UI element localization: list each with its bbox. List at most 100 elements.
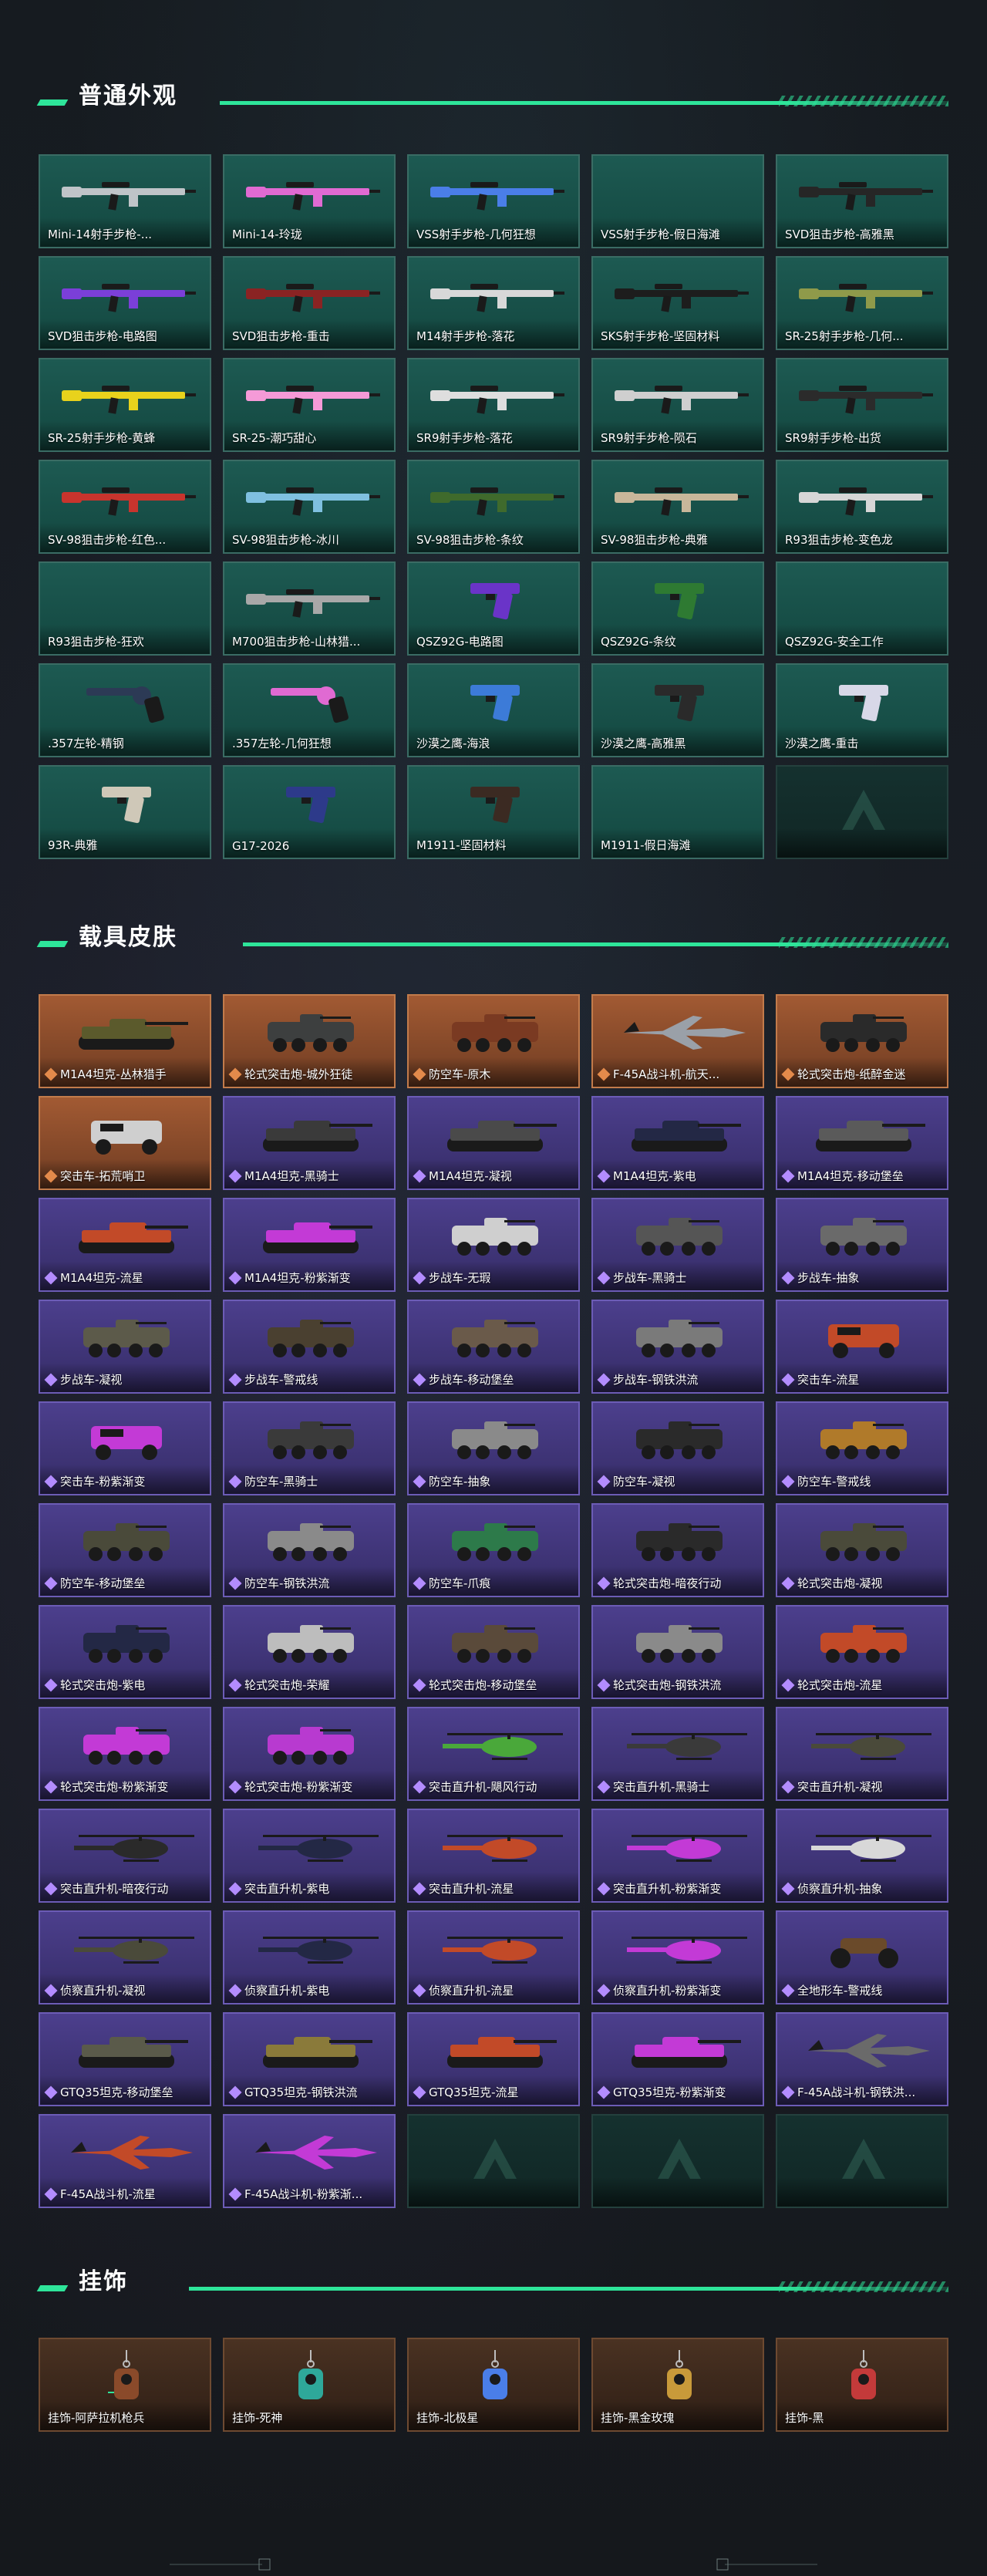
- item-card[interactable]: 步战车-移动堡垒: [407, 1300, 580, 1394]
- item-card[interactable]: 防空车-移动堡垒: [39, 1503, 211, 1597]
- item-card[interactable]: Mini-14射手步枪-...: [39, 154, 211, 248]
- item-card[interactable]: 轮式突击炮-纸醉金迷: [776, 994, 948, 1088]
- item-label: .357左轮-精钢: [48, 737, 124, 750]
- item-card[interactable]: 防空车-爪痕: [407, 1503, 580, 1597]
- item-card[interactable]: 沙漠之鹰-重击: [776, 663, 948, 757]
- item-card[interactable]: 防空车-抽象: [407, 1401, 580, 1495]
- item-card[interactable]: R93狙击步枪-狂欢: [39, 561, 211, 656]
- item-label: 步战车-黑骑士: [613, 1271, 687, 1285]
- item-card[interactable]: SV-98狙击步枪-红色...: [39, 460, 211, 554]
- item-card[interactable]: 突击直升机-流星: [407, 1809, 580, 1903]
- item-card[interactable]: 轮式突击炮-紫电: [39, 1605, 211, 1699]
- item-card[interactable]: M1911-假日海滩: [591, 765, 764, 859]
- item-card[interactable]: 侦察直升机-粉紫渐变: [591, 1910, 764, 2004]
- item-card[interactable]: SR9射手步枪-落花: [407, 358, 580, 452]
- item-card[interactable]: 轮式突击炮-移动堡垒: [407, 1605, 580, 1699]
- item-card[interactable]: M700狙击步枪-山林猎...: [223, 561, 396, 656]
- item-card[interactable]: 轮式突击炮-粉紫渐变: [223, 1707, 396, 1801]
- item-card[interactable]: M1A4坦克-黑骑士: [223, 1096, 396, 1190]
- item-card[interactable]: Mini-14-玲珑: [223, 154, 396, 248]
- item-card[interactable]: SR-25射手步枪-黄蜂: [39, 358, 211, 452]
- item-card[interactable]: F-45A战斗机-流星: [39, 2114, 211, 2208]
- item-card[interactable]: SV-98狙击步枪-条纹: [407, 460, 580, 554]
- item-card[interactable]: F-45A战斗机-钢铁洪...: [776, 2012, 948, 2106]
- item-card[interactable]: SR9射手步枪-出货: [776, 358, 948, 452]
- item-card[interactable]: 侦察直升机-抽象: [776, 1809, 948, 1903]
- item-label: 轮式突击炮-纸醉金迷: [797, 1067, 906, 1081]
- header-divider: [220, 96, 948, 106]
- item-card[interactable]: QSZ92G-电路图: [407, 561, 580, 656]
- item-card[interactable]: SVD狙击步枪-重击: [223, 256, 396, 350]
- item-card[interactable]: 防空车-钢铁洪流: [223, 1503, 396, 1597]
- item-card[interactable]: 轮式突击炮-粉紫渐变: [39, 1707, 211, 1801]
- item-card[interactable]: VSS射手步枪-几何狂想: [407, 154, 580, 248]
- item-card[interactable]: SR-25射手步枪-几何...: [776, 256, 948, 350]
- item-card[interactable]: 突击直升机-黑骑士: [591, 1707, 764, 1801]
- item-card[interactable]: SVD狙击步枪-高雅黑: [776, 154, 948, 248]
- item-card[interactable]: M1A4坦克-流星: [39, 1198, 211, 1292]
- header-accent-bar: [36, 941, 69, 947]
- item-card[interactable]: 93R-典雅: [39, 765, 211, 859]
- item-card[interactable]: M1A4坦克-紫电: [591, 1096, 764, 1190]
- item-card[interactable]: M1911-坚固材料: [407, 765, 580, 859]
- item-card[interactable]: 突击直升机-凝视: [776, 1707, 948, 1801]
- item-card[interactable]: G17-2026: [223, 765, 396, 859]
- item-thumbnail: [820, 1014, 907, 1052]
- item-card[interactable]: M1A4坦克-移动堡垒: [776, 1096, 948, 1190]
- item-card[interactable]: SR9射手步枪-陨石: [591, 358, 764, 452]
- item-card[interactable]: GTQ35坦克-粉紫渐变: [591, 2012, 764, 2106]
- item-card[interactable]: F-45A战斗机-航天...: [591, 994, 764, 1088]
- item-card[interactable]: 防空车-原木: [407, 994, 580, 1088]
- item-card[interactable]: 轮式突击炮-钢铁洪流: [591, 1605, 764, 1699]
- item-card[interactable]: 轮式突击炮-流星: [776, 1605, 948, 1699]
- item-card[interactable]: M1A4坦克-凝视: [407, 1096, 580, 1190]
- item-card[interactable]: QSZ92G-条纹: [591, 561, 764, 656]
- item-card[interactable]: F-45A战斗机-粉紫渐...: [223, 2114, 396, 2208]
- item-card[interactable]: 步战车-抽象: [776, 1198, 948, 1292]
- item-card[interactable]: 侦察直升机-紫电: [223, 1910, 396, 2004]
- rarity-diamond-icon: [413, 1882, 426, 1896]
- item-card[interactable]: 突击车-流星: [776, 1300, 948, 1394]
- item-card[interactable]: SKS射手步枪-坚固材料: [591, 256, 764, 350]
- item-card[interactable]: 步战车-凝视: [39, 1300, 211, 1394]
- item-card[interactable]: M1A4坦克-丛林猎手: [39, 994, 211, 1088]
- item-card[interactable]: 沙漠之鹰-海浪: [407, 663, 580, 757]
- item-card[interactable]: 沙漠之鹰-高雅黑: [591, 663, 764, 757]
- item-card[interactable]: 防空车-警戒线: [776, 1401, 948, 1495]
- item-card[interactable]: 突击直升机-粉紫渐变: [591, 1809, 764, 1903]
- item-card[interactable]: 突击直升机-暗夜行动: [39, 1809, 211, 1903]
- item-card[interactable]: 轮式突击炮-荣耀: [223, 1605, 396, 1699]
- item-card[interactable]: M14射手步枪-落花: [407, 256, 580, 350]
- item-card[interactable]: 侦察直升机-凝视: [39, 1910, 211, 2004]
- item-card[interactable]: VSS射手步枪-假日海滩: [591, 154, 764, 248]
- item-card[interactable]: 步战车-警戒线: [223, 1300, 396, 1394]
- item-card[interactable]: 突击车-粉紫渐变: [39, 1401, 211, 1495]
- item-card[interactable]: GTQ35坦克-移动堡垒: [39, 2012, 211, 2106]
- item-card[interactable]: 全地形车-警戒线: [776, 1910, 948, 2004]
- item-card[interactable]: 轮式突击炮-城外狂徒: [223, 994, 396, 1088]
- item-card[interactable]: 防空车-凝视: [591, 1401, 764, 1495]
- item-card[interactable]: 步战车-钢铁洪流: [591, 1300, 764, 1394]
- item-card[interactable]: SV-98狙击步枪-典雅: [591, 460, 764, 554]
- item-card[interactable]: 侦察直升机-流星: [407, 1910, 580, 2004]
- rarity-diamond-icon: [44, 1576, 58, 1590]
- item-card[interactable]: M1A4坦克-粉紫渐变: [223, 1198, 396, 1292]
- item-card[interactable]: .357左轮-精钢: [39, 663, 211, 757]
- item-card[interactable]: 轮式突击炮-暗夜行动: [591, 1503, 764, 1597]
- item-card[interactable]: 防空车-黑骑士: [223, 1401, 396, 1495]
- item-card[interactable]: 步战车-无瑕: [407, 1198, 580, 1292]
- item-card[interactable]: SV-98狙击步枪-冰川: [223, 460, 396, 554]
- item-card[interactable]: .357左轮-几何狂想: [223, 663, 396, 757]
- item-card[interactable]: GTQ35坦克-钢铁洪流: [223, 2012, 396, 2106]
- item-card[interactable]: 突击车-拓荒哨卫: [39, 1096, 211, 1190]
- item-card[interactable]: R93狙击步枪-变色龙: [776, 460, 948, 554]
- item-card[interactable]: 轮式突击炮-凝视: [776, 1503, 948, 1597]
- item-card[interactable]: 步战车-黑骑士: [591, 1198, 764, 1292]
- item-card[interactable]: 突击直升机-紫电: [223, 1809, 396, 1903]
- item-card[interactable]: SR-25-潮巧甜心: [223, 358, 396, 452]
- rarity-diamond-icon: [781, 1780, 795, 1794]
- item-card[interactable]: GTQ35坦克-流星: [407, 2012, 580, 2106]
- item-card[interactable]: QSZ92G-安全工作: [776, 561, 948, 656]
- item-card[interactable]: SVD狙击步枪-电路图: [39, 256, 211, 350]
- item-card[interactable]: 突击直升机-飓风行动: [407, 1707, 580, 1801]
